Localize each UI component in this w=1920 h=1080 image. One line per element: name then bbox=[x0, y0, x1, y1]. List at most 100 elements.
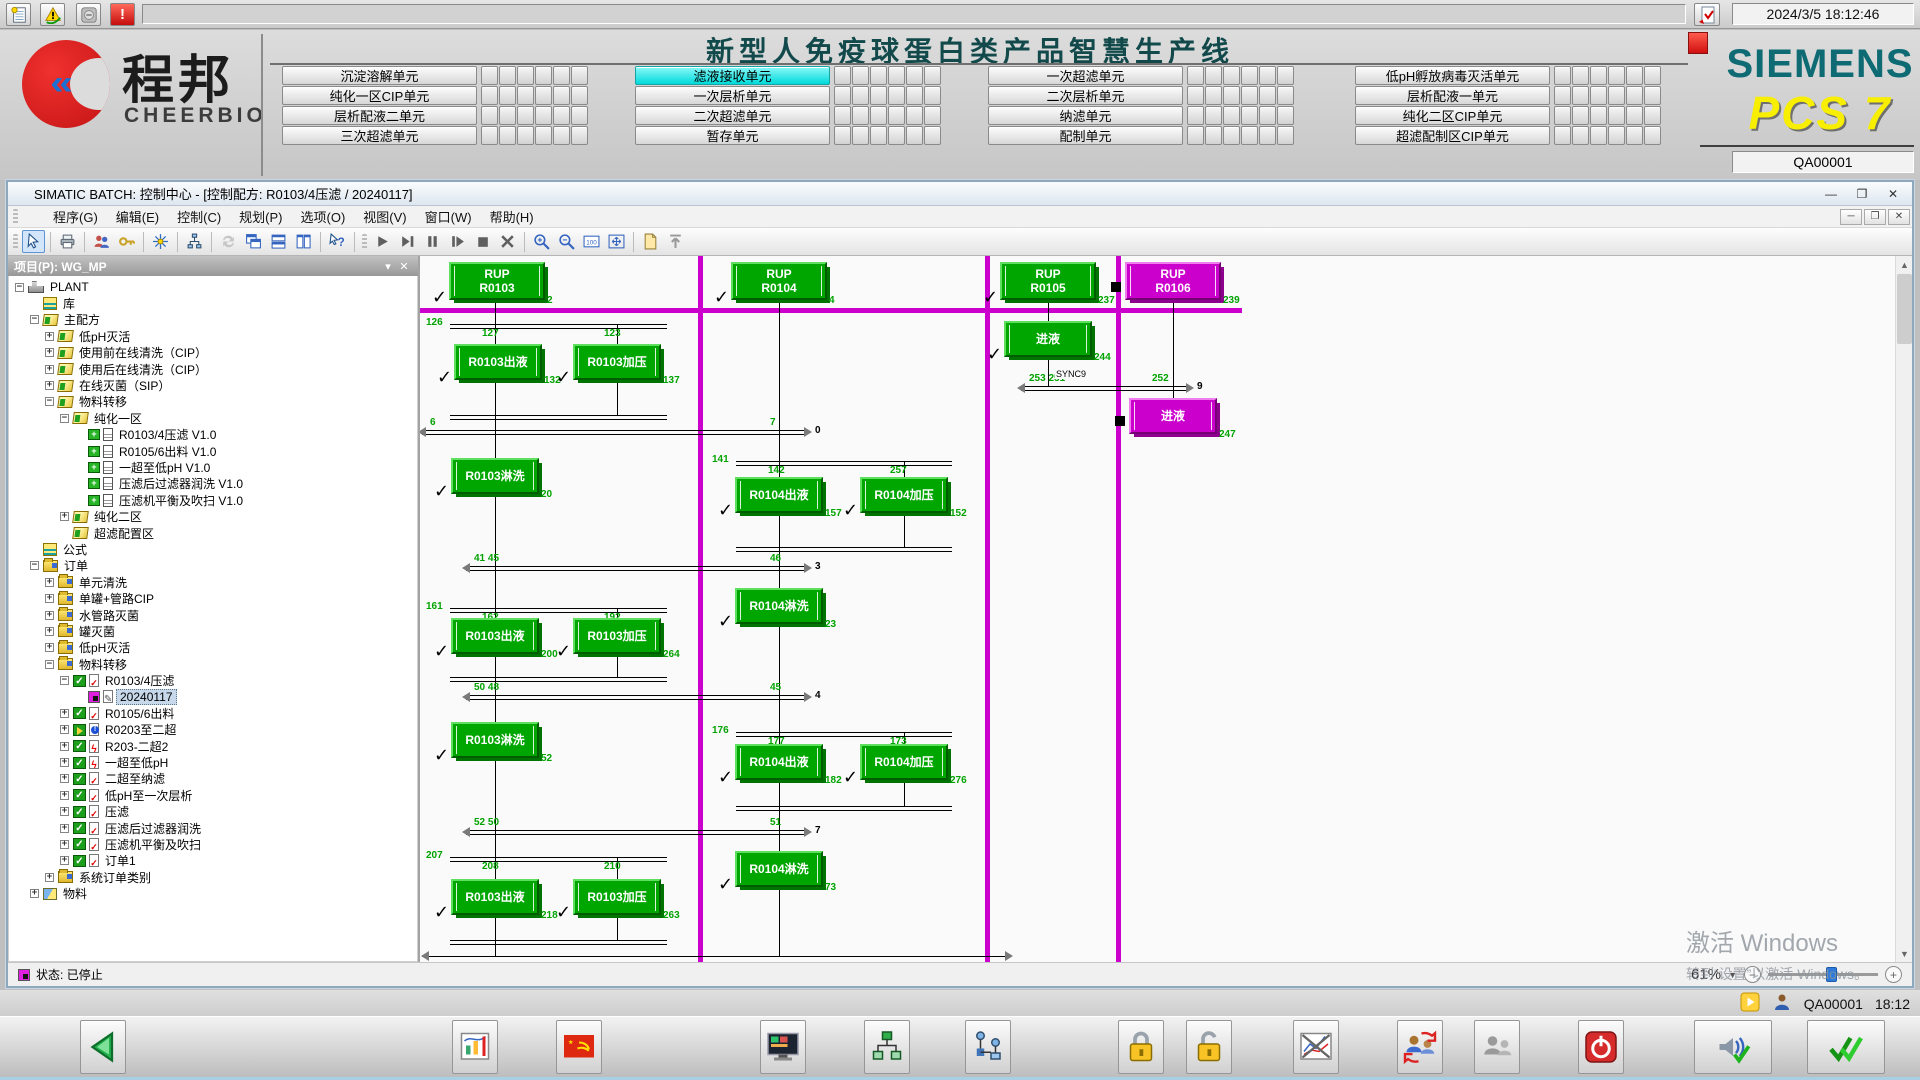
step-out-icon[interactable] bbox=[446, 230, 469, 253]
power-icon[interactable] bbox=[1578, 1020, 1624, 1074]
sfc-chart-canvas[interactable]: 1261271231611621922072082101411422571761… bbox=[420, 256, 1895, 962]
sfc-step-s6[interactable]: R0104淋洗✓23 bbox=[735, 588, 823, 624]
collapse-icon[interactable]: − bbox=[60, 676, 69, 685]
lock-open-icon[interactable] bbox=[1186, 1020, 1232, 1074]
sfc-icon[interactable] bbox=[965, 1020, 1011, 1074]
help-icon[interactable]: ? bbox=[326, 230, 349, 253]
unit-button-三次超滤单元[interactable]: 三次超滤单元 bbox=[282, 126, 477, 145]
tree-label[interactable]: 二超至纳滤 bbox=[102, 770, 168, 787]
sfc-step-s2[interactable]: R0103加压✓137 bbox=[573, 344, 661, 380]
unit-button-一次超滤单元[interactable]: 一次超滤单元 bbox=[988, 66, 1183, 85]
screen-icon[interactable] bbox=[760, 1020, 806, 1074]
scrollbar-thumb[interactable] bbox=[1897, 274, 1912, 344]
tree-label[interactable]: 在线灭菌（SIP） bbox=[76, 377, 173, 394]
close-button[interactable]: ✕ bbox=[1878, 184, 1908, 203]
tree-item-单元清洗[interactable]: +单元清洗 bbox=[12, 574, 417, 590]
tree-item-物料[interactable]: +物料 bbox=[12, 885, 417, 901]
tree-item-物料转移[interactable]: −物料转移 bbox=[12, 394, 417, 410]
unit-button-低pH孵放病毒灭活单元[interactable]: 低pH孵放病毒灭活单元 bbox=[1355, 66, 1550, 85]
key-icon[interactable] bbox=[115, 230, 138, 253]
tree-label[interactable]: R0103/4压滤 V1.0 bbox=[116, 426, 219, 443]
zoom-fit-icon[interactable] bbox=[605, 230, 628, 253]
filter-icon[interactable] bbox=[149, 230, 172, 253]
tree-label[interactable]: 系统订单类别 bbox=[76, 869, 154, 886]
sfc-step-rup-r0103[interactable]: RUPR0103✓2 bbox=[449, 262, 545, 300]
audio-icon[interactable] bbox=[1694, 1020, 1772, 1074]
sfc-step-s9[interactable]: R0103淋洗✓52 bbox=[451, 722, 539, 758]
tree-item-订单1[interactable]: +订单1 bbox=[12, 853, 417, 869]
export-icon[interactable] bbox=[664, 230, 687, 253]
tree-label[interactable]: 20240117 bbox=[116, 689, 177, 705]
refresh-icon[interactable] bbox=[217, 230, 240, 253]
tree-label[interactable]: 压滤机平衡及吹扫 bbox=[102, 836, 204, 853]
tree-label[interactable]: 一超至低pH bbox=[102, 754, 171, 771]
menu-视图[interactable]: 视图(V) bbox=[354, 205, 415, 228]
sfc-step-s8[interactable]: R0103加压✓264 bbox=[573, 618, 661, 654]
collapse-icon[interactable]: − bbox=[60, 414, 69, 423]
unit-button-配制单元[interactable]: 配制单元 bbox=[988, 126, 1183, 145]
tree-item-低pH至一次层析[interactable]: +低pH至一次层析 bbox=[12, 787, 417, 803]
tree-item-单罐+管路CIP[interactable]: +单罐+管路CIP bbox=[12, 590, 417, 606]
topology-icon[interactable] bbox=[864, 1020, 910, 1074]
doc-icon[interactable] bbox=[639, 230, 662, 253]
minimize-button[interactable]: — bbox=[1816, 184, 1846, 203]
tree-item-公式[interactable]: 公式 bbox=[12, 541, 417, 557]
tree-item-压滤机平衡及吹扫[interactable]: + 压滤机平衡及吹扫 bbox=[12, 836, 417, 852]
tree-item-库[interactable]: 库 bbox=[12, 295, 417, 311]
unit-button-纯化一区CIP单元[interactable]: 纯化一区CIP单元 bbox=[282, 86, 477, 105]
collapse-icon[interactable]: − bbox=[30, 315, 39, 324]
tree-item-压滤机平衡及吹扫 V1.0[interactable]: 压滤机平衡及吹扫 V1.0 bbox=[12, 492, 417, 508]
quality-icon[interactable] bbox=[1807, 1020, 1885, 1074]
tree-item-水管路灭菌[interactable]: +水管路灭菌 bbox=[12, 607, 417, 623]
panel-close-icon[interactable]: ✕ bbox=[396, 260, 412, 273]
mdi-restore-icon[interactable]: ❐ bbox=[1864, 209, 1886, 225]
tree-label[interactable]: 库 bbox=[60, 295, 78, 312]
tree-label[interactable]: 水管路灭菌 bbox=[76, 607, 142, 624]
trend-icon[interactable] bbox=[1293, 1020, 1339, 1074]
tree-label[interactable]: R0103/4压滤 bbox=[102, 672, 177, 689]
collapse-icon[interactable]: − bbox=[45, 660, 54, 669]
unit-button-滤液接收单元[interactable]: 滤液接收单元 bbox=[635, 66, 830, 85]
sfc-step-s11[interactable]: R0104加压✓276 bbox=[860, 744, 948, 780]
tree-item-R0103/4压滤 V1.0[interactable]: R0103/4压滤 V1.0 bbox=[12, 427, 417, 443]
expand-icon[interactable]: + bbox=[30, 889, 39, 898]
tree-label[interactable]: 使用前在线清洗（CIP） bbox=[76, 344, 210, 361]
tree-item-二超至纳滤[interactable]: +二超至纳滤 bbox=[12, 771, 417, 787]
zoom-slider-thumb[interactable] bbox=[1826, 967, 1837, 982]
menu-选项[interactable]: 选项(O) bbox=[292, 205, 355, 228]
expand-icon[interactable]: + bbox=[60, 742, 69, 751]
warning-icon[interactable] bbox=[40, 3, 65, 26]
users-offline-icon[interactable] bbox=[1474, 1020, 1520, 1074]
vertical-scrollbar[interactable]: ▲ ▼ bbox=[1895, 256, 1912, 962]
expand-icon[interactable]: + bbox=[45, 873, 54, 882]
tree-item-R0105/6出料 V1.0[interactable]: R0105/6出料 V1.0 bbox=[12, 443, 417, 459]
zoom-dropdown-icon[interactable]: ▼ bbox=[1728, 970, 1737, 980]
expand-icon[interactable]: + bbox=[60, 840, 69, 849]
sfc-step-s5[interactable]: R0104加压✓152 bbox=[860, 477, 948, 513]
flag-icon[interactable] bbox=[556, 1020, 602, 1074]
users-icon[interactable] bbox=[90, 230, 113, 253]
tree-item-超滤配置区[interactable]: 超滤配置区 bbox=[12, 525, 417, 541]
tree-item-压滤后过滤器润洗 V1.0[interactable]: 压滤后过滤器润洗 V1.0 bbox=[12, 476, 417, 492]
process-icon[interactable] bbox=[452, 1020, 498, 1074]
tree-label[interactable]: 单元清洗 bbox=[76, 574, 130, 591]
unit-button-沉淀溶解单元[interactable]: 沉淀溶解单元 bbox=[282, 66, 477, 85]
tree-label[interactable]: 超滤配置区 bbox=[91, 525, 157, 542]
acknowledge-icon[interactable] bbox=[1694, 3, 1720, 26]
expand-icon[interactable]: + bbox=[60, 512, 69, 521]
tree-label[interactable]: R0105/6出料 V1.0 bbox=[116, 443, 219, 460]
tree-label[interactable]: 压滤 bbox=[102, 803, 132, 820]
expand-icon[interactable]: + bbox=[60, 807, 69, 816]
tree-label[interactable]: 单罐+管路CIP bbox=[76, 590, 157, 607]
sfc-step-rup-r0106[interactable]: RUPR0106239 bbox=[1125, 262, 1221, 300]
tree-item-低pH灭活[interactable]: +低pH灭活 bbox=[12, 640, 417, 656]
expand-icon[interactable]: + bbox=[45, 348, 54, 357]
panel-dropdown-icon[interactable]: ▾ bbox=[380, 260, 396, 273]
cancel-icon[interactable] bbox=[496, 230, 519, 253]
tree-item-R0105/6出料[interactable]: +R0105/6出料 bbox=[12, 705, 417, 721]
step-in-icon[interactable] bbox=[396, 230, 419, 253]
tree-label[interactable]: R0105/6出料 bbox=[102, 705, 177, 722]
tree-item-订单[interactable]: −订单 bbox=[12, 558, 417, 574]
sfc-step-feed-r0105[interactable]: 进液✓244 bbox=[1004, 321, 1092, 357]
tree-item-罐灭菌[interactable]: +罐灭菌 bbox=[12, 623, 417, 639]
